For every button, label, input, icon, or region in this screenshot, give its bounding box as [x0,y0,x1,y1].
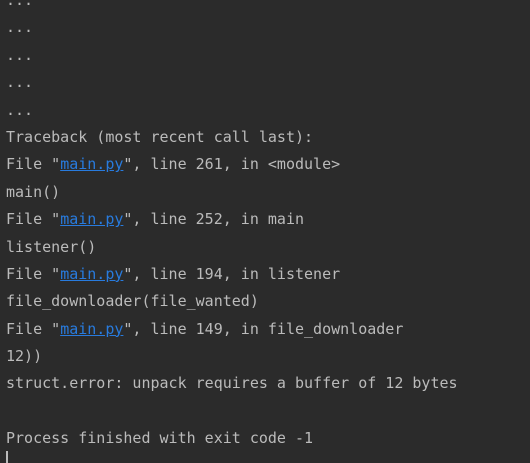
run-console: ... ... ... ... ... Traceback (most rece… [0,0,530,463]
file-link[interactable]: main.py [60,320,123,338]
error-message: struct.error: unpack requires a buffer o… [6,374,458,393]
traceback-header: Traceback (most recent call last): [6,127,314,146]
traceback-code-line: listener() [6,237,97,256]
frame-suffix: ", line 261, in <module> [123,155,341,174]
traceback-code-line: file_downloader(file_wanted) [6,292,259,311]
frame-suffix: ", line 194, in listener [123,264,341,283]
traceback-frame-line: File "main.py", line 252, in main [6,206,458,233]
frame-prefix: File " [6,264,61,283]
exit-message: Process finished with exit code -1 [6,429,314,448]
traceback-frame-line: File "main.py", line 194, in listener [6,261,458,288]
ellipsis-line: ... [6,45,34,64]
frame-prefix: File " [6,319,61,338]
frame-prefix: File " [6,210,61,229]
traceback-frame-line: File "main.py", line 261, in <module> [6,151,458,178]
text-cursor[interactable] [6,451,8,463]
file-link[interactable]: main.py [60,155,123,173]
ellipsis-line: ... [6,0,34,9]
frame-suffix: ", line 149, in file_downloader [123,319,404,338]
ellipsis-line: ... [6,18,34,37]
ellipsis-line: ... [6,73,34,92]
ellipsis-line: ... [6,100,34,119]
frame-suffix: ", line 252, in main [123,210,305,229]
file-link[interactable]: main.py [60,265,123,283]
traceback-code-line: 12)) [6,347,43,366]
frame-prefix: File " [6,155,61,174]
traceback-frame-line: File "main.py", line 149, in file_downlo… [6,316,458,343]
console-output: ... ... ... ... ... Traceback (most rece… [6,0,458,453]
traceback-code-line: main() [6,182,61,201]
file-link[interactable]: main.py [60,210,123,228]
